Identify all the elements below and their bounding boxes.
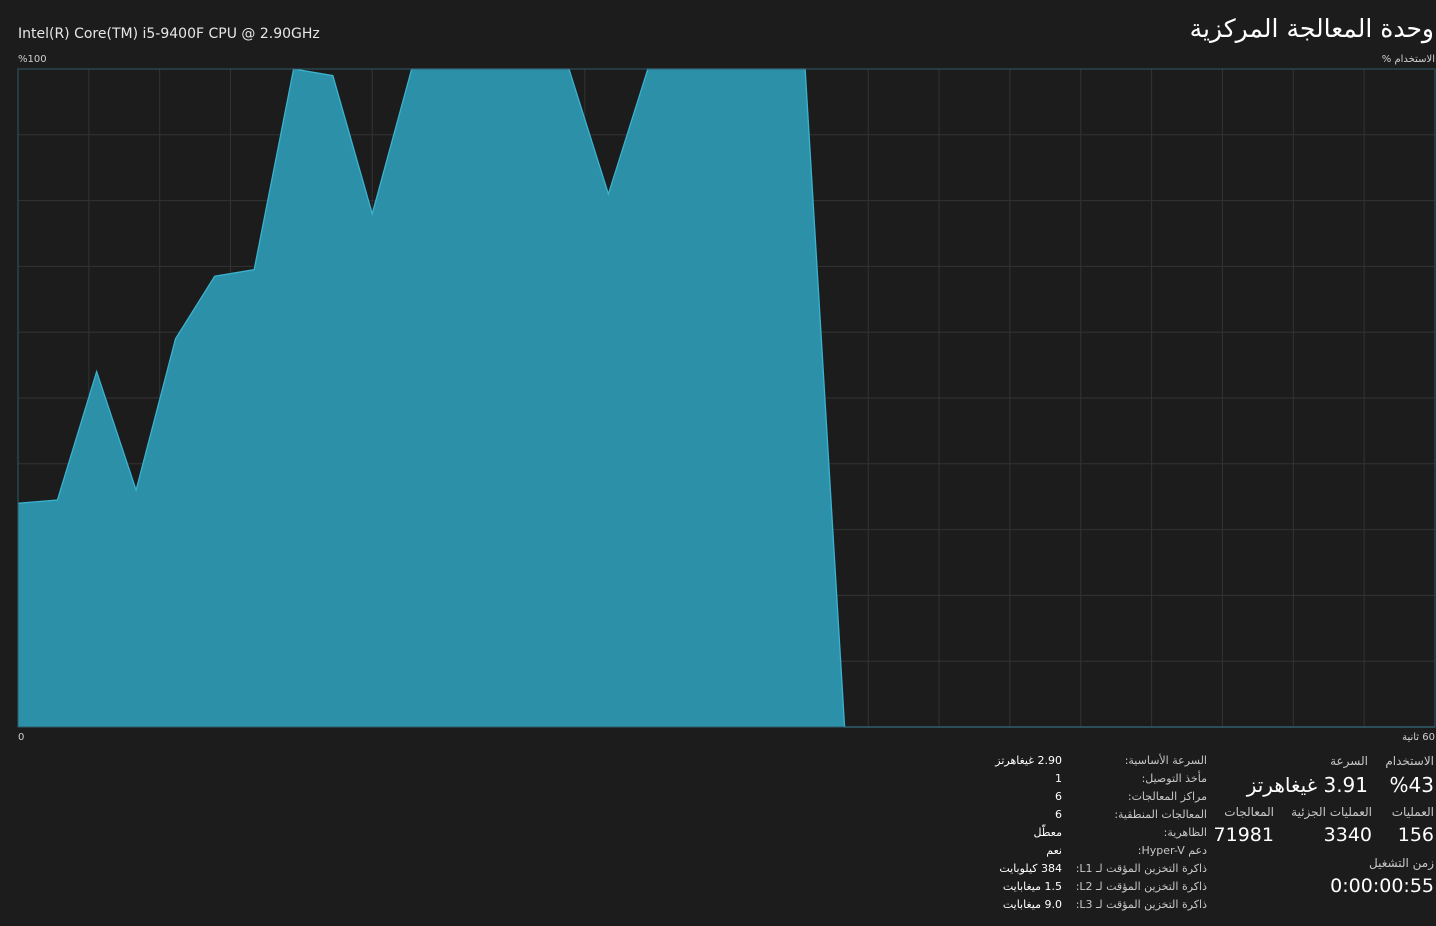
l1-cache-value: 384 كيلوبايت bbox=[999, 862, 1062, 875]
cores-value: 6 bbox=[1055, 790, 1062, 803]
logical-processors-label: المعالجات المنطقية: bbox=[1114, 808, 1207, 821]
l3-cache-value: 9.0 ميغابايت bbox=[1002, 898, 1062, 911]
handles-value: 71981 bbox=[1213, 824, 1274, 846]
logical-processors-value: 6 bbox=[1055, 808, 1062, 821]
cores-label: مراكز المعالجات: bbox=[1127, 790, 1207, 803]
l2-cache-value: 1.5 ميغابايت bbox=[1002, 880, 1062, 893]
processes-label: العمليات bbox=[1391, 805, 1434, 819]
speed-value: 3.91 غيغاهرتز bbox=[1246, 773, 1368, 797]
threads-label: العمليات الجزئية bbox=[1291, 805, 1372, 819]
virtualization-value: معطّل bbox=[1033, 826, 1062, 839]
x-axis-max-label: 60 ثانية bbox=[1402, 732, 1435, 743]
sockets-label: مأخذ التوصيل: bbox=[1141, 772, 1207, 785]
base-speed-label: السرعة الأساسية: bbox=[1124, 754, 1207, 767]
uptime-value: 0:00:00:55 bbox=[1330, 875, 1434, 897]
cpu-usage-chart bbox=[17, 68, 1436, 728]
x-axis-min-label: 0 bbox=[18, 732, 25, 743]
hyper-v-support-label: دعم Hyper-V: bbox=[1137, 844, 1207, 857]
handles-label: المعالجات bbox=[1224, 805, 1274, 819]
virtualization-label: الظاهرية: bbox=[1163, 826, 1207, 839]
processes-value: 156 bbox=[1397, 824, 1434, 846]
task-manager-cpu-page: Intel(R) Core(TM) i5-9400F CPU @ 2.90GHz… bbox=[0, 0, 1436, 926]
base-speed-value: 2.90 غيغاهرتز bbox=[995, 754, 1062, 767]
threads-value: 3340 bbox=[1323, 824, 1372, 846]
uptime-label: زمن التشغيل bbox=[1369, 856, 1434, 870]
hyper-v-support-value: نعم bbox=[1046, 844, 1062, 857]
l3-cache-label: ذاكرة التخزين المؤقت لـ L3: bbox=[1075, 898, 1207, 911]
speed-label: السرعة bbox=[1330, 754, 1368, 768]
usage-label: الاستخدام bbox=[1385, 754, 1434, 768]
l1-cache-label: ذاكرة التخزين المؤقت لـ L1: bbox=[1075, 862, 1207, 875]
usage-value: %43 bbox=[1389, 773, 1434, 797]
l2-cache-label: ذاكرة التخزين المؤقت لـ L2: bbox=[1075, 880, 1207, 893]
sockets-value: 1 bbox=[1055, 772, 1062, 785]
